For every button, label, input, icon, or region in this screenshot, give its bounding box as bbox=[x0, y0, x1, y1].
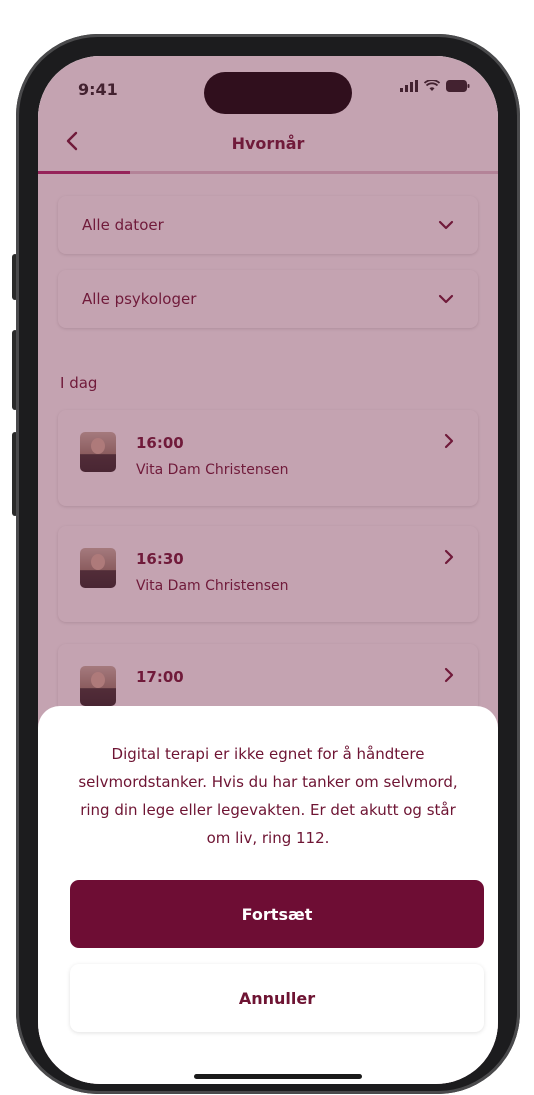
phone-screen: 9:41 Hvornår Alle datoer Alle psykologer… bbox=[38, 56, 498, 1084]
warning-message: Digital terapi er ikke egnet for å håndt… bbox=[78, 745, 458, 847]
warning-bottom-sheet: Digital terapi er ikke egnet for å håndt… bbox=[38, 706, 498, 1084]
cancel-button[interactable]: Annuller bbox=[70, 964, 484, 1032]
continue-button[interactable]: Fortsæt bbox=[70, 880, 484, 948]
home-indicator bbox=[194, 1074, 362, 1079]
